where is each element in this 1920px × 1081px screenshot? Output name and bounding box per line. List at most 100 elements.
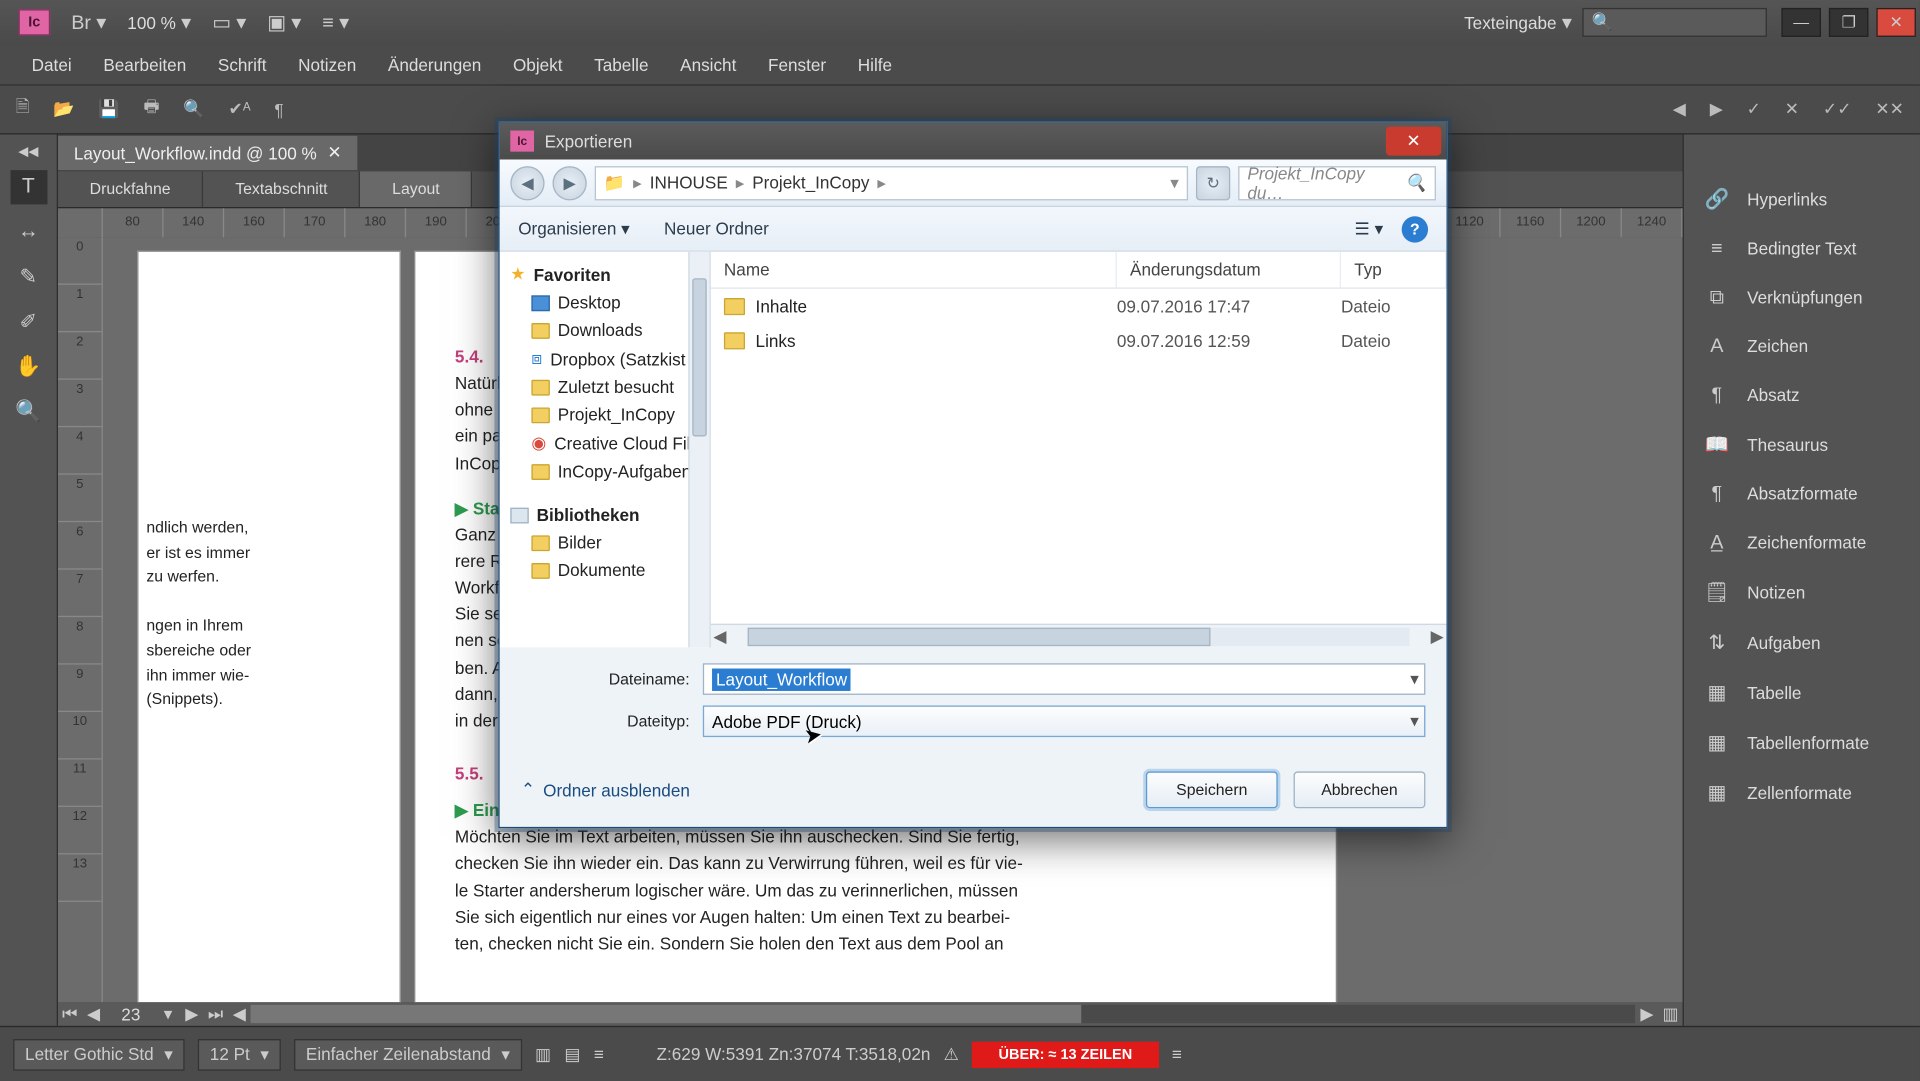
- file-row[interactable]: Inhalte 09.07.2016 17:47 Dateio: [711, 289, 1447, 323]
- tree-item[interactable]: Downloads: [508, 316, 710, 344]
- type-tool-icon[interactable]: T: [10, 170, 47, 204]
- new-icon[interactable]: 🗎: [16, 95, 30, 124]
- help-icon[interactable]: ?: [1402, 216, 1428, 242]
- spellcheck-icon[interactable]: ✔ᴬ: [229, 99, 251, 120]
- view-story[interactable]: Textabschnitt: [204, 171, 361, 207]
- size-select[interactable]: 12 Pt▾: [198, 1038, 281, 1070]
- save-icon[interactable]: 💾: [98, 99, 119, 120]
- eyedropper-tool-icon[interactable]: ✐: [10, 305, 47, 339]
- scroll-left-icon[interactable]: ◀: [227, 1003, 251, 1024]
- menu-file[interactable]: Datei: [16, 47, 88, 83]
- tree-scrollbar[interactable]: [688, 252, 709, 648]
- menu-help[interactable]: Hilfe: [842, 47, 908, 83]
- hand-tool-icon[interactable]: ✋: [10, 349, 47, 383]
- new-folder-button[interactable]: Neuer Ordner: [664, 219, 769, 239]
- col-name[interactable]: Name: [711, 252, 1117, 288]
- workspace-switcher[interactable]: Texteingabe▾: [1454, 5, 1583, 39]
- menu-changes[interactable]: Änderungen: [372, 47, 497, 83]
- filelist-hscrollbar[interactable]: ◀ ▶: [711, 624, 1447, 648]
- columns-icon[interactable]: ▥: [535, 1044, 551, 1065]
- folder-tree[interactable]: ★Favoriten Desktop Downloads ⧈Dropbox (S…: [500, 252, 711, 648]
- save-button[interactable]: Speichern: [1146, 771, 1278, 808]
- dialog-titlebar[interactable]: Ic Exportieren ✕: [500, 123, 1447, 160]
- menu-table[interactable]: Tabelle: [578, 47, 664, 83]
- close-tab-icon[interactable]: ✕: [327, 142, 341, 163]
- menu-notes[interactable]: Notizen: [282, 47, 372, 83]
- baseline-icon[interactable]: ▤: [564, 1044, 580, 1065]
- print-icon[interactable]: 🖶: [144, 95, 160, 124]
- tree-item[interactable]: ◉Creative Cloud Fil: [508, 429, 710, 458]
- prev-page-icon[interactable]: ◀: [82, 1003, 106, 1024]
- col-type[interactable]: Typ: [1341, 252, 1446, 288]
- panel-links[interactable]: ⧉Verknüpfungen: [1684, 273, 1920, 322]
- breadcrumb[interactable]: 📁▸ INHOUSE▸ Projekt_InCopy▸ ▾: [595, 165, 1188, 199]
- tree-item[interactable]: Projekt_InCopy: [508, 401, 710, 429]
- zoom-select[interactable]: 100 %▾: [117, 5, 202, 39]
- tree-item[interactable]: InCopy-Aufgaben: [508, 458, 710, 486]
- nav-prev-icon[interactable]: ◀: [1673, 99, 1686, 120]
- tree-item[interactable]: Bilder: [508, 529, 710, 557]
- tree-libraries[interactable]: Bibliotheken: [508, 501, 710, 529]
- last-page-icon[interactable]: ⏭: [204, 1003, 228, 1024]
- file-list-header[interactable]: Name Änderungsdatum Typ: [711, 252, 1447, 289]
- accept-icon[interactable]: ✓: [1747, 99, 1761, 120]
- find-icon[interactable]: 🔍: [183, 99, 204, 120]
- panel-table-styles[interactable]: ▦Tabellenformate: [1684, 717, 1920, 767]
- panel-hyperlinks[interactable]: 🔗Hyperlinks: [1684, 174, 1920, 224]
- dialog-search[interactable]: Projekt_InCopy du…🔍: [1238, 165, 1436, 199]
- menu-view[interactable]: Ansicht: [664, 47, 752, 83]
- panel-character[interactable]: AZeichen: [1684, 322, 1920, 371]
- tree-item[interactable]: Desktop: [508, 289, 710, 317]
- screen-mode-button[interactable]: ▣▾: [257, 5, 312, 39]
- leading-select[interactable]: Einfacher Zeilenabstand▾: [294, 1038, 522, 1070]
- font-select[interactable]: Letter Gothic Std▾: [13, 1038, 185, 1070]
- crumb[interactable]: Projekt_InCopy: [752, 173, 869, 193]
- tree-item[interactable]: ⧈Dropbox (Satzkist: [508, 344, 710, 373]
- pilcrow-icon[interactable]: ¶: [274, 100, 283, 120]
- help-search[interactable]: 🔍: [1582, 8, 1767, 37]
- file-row[interactable]: Links 09.07.2016 12:59 Dateio: [711, 323, 1447, 357]
- col-date[interactable]: Änderungsdatum: [1117, 252, 1341, 288]
- panel-paragraph-styles[interactable]: ¶Absatzformate: [1684, 469, 1920, 518]
- chevron-down-icon[interactable]: ▾: [1410, 711, 1419, 732]
- cancel-button[interactable]: Abbrechen: [1294, 771, 1426, 808]
- first-page-icon[interactable]: ⏮: [58, 1003, 82, 1024]
- view-galley[interactable]: Druckfahne: [58, 171, 204, 207]
- bridge-button[interactable]: Br▾: [61, 5, 117, 39]
- tree-item[interactable]: Zuletzt besucht: [508, 373, 710, 401]
- position-tool-icon[interactable]: ↔: [10, 215, 47, 249]
- menu-object[interactable]: Objekt: [497, 47, 578, 83]
- organize-menu[interactable]: Organisieren ▾: [518, 218, 630, 239]
- status-menu-icon[interactable]: ≡: [1172, 1044, 1182, 1064]
- hscrollbar[interactable]: [251, 1005, 1635, 1023]
- nav-back-button[interactable]: ◀: [510, 165, 544, 199]
- arrange-button[interactable]: ≡▾: [312, 5, 360, 39]
- zoom-tool-icon[interactable]: 🔍: [10, 394, 47, 428]
- panel-cell-styles[interactable]: ▦Zellenformate: [1684, 767, 1920, 817]
- document-tab[interactable]: Layout_Workflow.indd @ 100 %✕: [58, 136, 358, 170]
- reject-all-icon[interactable]: ✕✕: [1875, 99, 1904, 120]
- panel-conditional-text[interactable]: ≡Bedingter Text: [1684, 224, 1920, 273]
- panel-toggle-icon[interactable]: ◀◀: [18, 145, 38, 160]
- next-page-icon[interactable]: ▶: [180, 1003, 204, 1024]
- panel-assignments[interactable]: ⇅Aufgaben: [1684, 617, 1920, 667]
- panel-thesaurus[interactable]: 📖Thesaurus: [1684, 419, 1920, 469]
- note-tool-icon[interactable]: ✎: [10, 260, 47, 294]
- accept-all-icon[interactable]: ✓✓: [1823, 99, 1852, 120]
- tree-favorites[interactable]: ★Favoriten: [508, 260, 710, 289]
- panel-paragraph[interactable]: ¶Absatz: [1684, 371, 1920, 420]
- filename-input[interactable]: Layout_Workflow ▾: [703, 663, 1426, 695]
- crumb[interactable]: INHOUSE: [650, 173, 728, 193]
- menu-window[interactable]: Fenster: [752, 47, 842, 83]
- scroll-right-icon[interactable]: ▶: [1635, 1003, 1659, 1024]
- page-number[interactable]: 23: [105, 1004, 156, 1024]
- page-dropdown-icon[interactable]: ▾: [156, 1003, 180, 1024]
- hide-folders-toggle[interactable]: ⌃Ordner ausblenden: [521, 779, 690, 800]
- align-icon[interactable]: ≡: [594, 1044, 604, 1064]
- view-mode-button[interactable]: ▭▾: [202, 5, 257, 39]
- chevron-down-icon[interactable]: ▾: [1410, 669, 1419, 690]
- view-layout[interactable]: Layout: [361, 171, 473, 207]
- window-maximize[interactable]: ❐: [1829, 8, 1869, 37]
- filetype-select[interactable]: Adobe PDF (Druck) ▾: [703, 705, 1426, 737]
- open-icon[interactable]: 📂: [53, 99, 74, 120]
